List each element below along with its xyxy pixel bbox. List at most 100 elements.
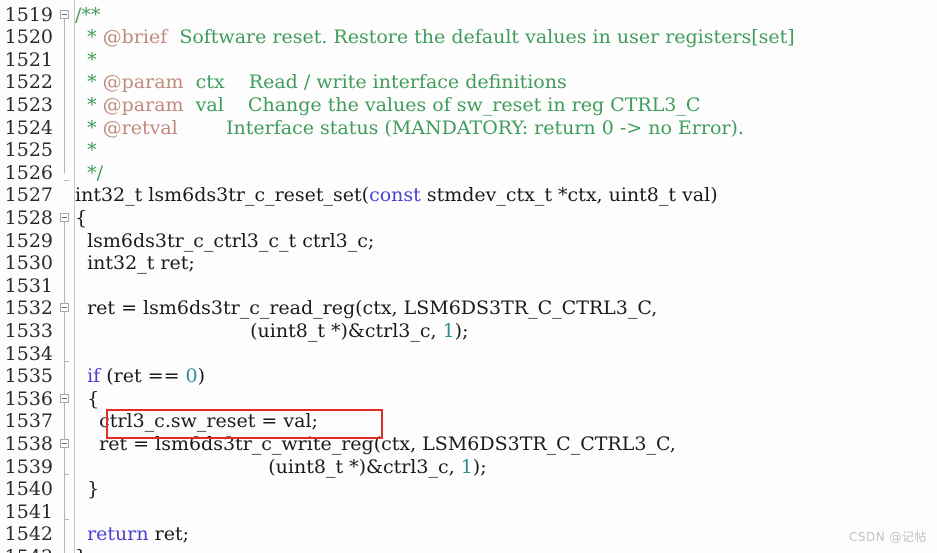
code-line[interactable]: return ret; <box>75 523 937 546</box>
red-highlight-annotation <box>106 409 383 440</box>
code-token-kw: const <box>369 184 421 207</box>
code-token-plain: { <box>75 206 88 229</box>
code-line[interactable]: } <box>75 546 937 553</box>
line-number: 1526 <box>4 161 53 184</box>
line-number: 1542 <box>4 523 53 546</box>
code-line[interactable]: * @brief Software reset. Restore the def… <box>75 26 937 49</box>
code-token-num: 1 <box>460 455 473 478</box>
code-token-plain: int32_t ret; <box>75 252 195 275</box>
code-line[interactable]: if (ret == 0) <box>75 365 937 388</box>
code-token-cmt: * <box>75 116 103 139</box>
fold-region-end-tick <box>64 179 69 181</box>
code-token-cmt: ctx Read / write interface definitions <box>183 71 567 94</box>
code-line[interactable]: * <box>75 139 937 162</box>
line-number: 1539 <box>4 455 53 478</box>
code-editor-screenshot: 1519 1520 1521 1522 1523 1524 1525 1526 1527 1528… <box>0 0 937 553</box>
fold-guide-line <box>64 217 65 553</box>
line-number: 1535 <box>4 365 53 388</box>
code-token-tag: @param <box>102 93 184 116</box>
code-line[interactable]: /** <box>75 4 937 27</box>
code-token-tag: @retval <box>102 116 178 139</box>
code-line[interactable]: ret = lsm6ds3tr_c_read_reg(ctx, LSM6DS3T… <box>75 297 937 320</box>
line-number: 1533 <box>4 319 53 342</box>
code-line[interactable]: { <box>75 207 937 230</box>
fold-collapse-icon[interactable] <box>60 9 69 19</box>
code-token-plain: ) <box>197 365 206 388</box>
code-line[interactable]: */ <box>75 162 937 185</box>
line-number: 1540 <box>4 478 53 501</box>
code-line[interactable]: lsm6ds3tr_c_ctrl3_c_t ctrl3_c; <box>75 230 937 253</box>
code-token-cmt: Interface status (MANDATORY: return 0 ->… <box>177 116 744 139</box>
code-token-num: 0 <box>185 365 198 388</box>
code-line[interactable] <box>75 501 937 524</box>
line-number: 1538 <box>4 432 53 455</box>
code-token-plain: lsm6ds3tr_c_ctrl3_c_t ctrl3_c; <box>75 229 375 252</box>
code-token-cmt: * <box>75 26 103 49</box>
line-number: 1534 <box>4 342 53 365</box>
line-number: 1520 <box>4 26 53 49</box>
code-folding-gutter[interactable] <box>56 0 75 553</box>
line-number: 1527 <box>4 184 53 207</box>
line-number: 1521 <box>4 48 53 71</box>
code-token-plain: { <box>75 387 100 410</box>
code-token-plain: } <box>75 546 87 553</box>
fold-region-end-tick <box>64 473 69 475</box>
code-token-num: 1 <box>442 319 455 342</box>
fold-collapse-icon[interactable] <box>60 303 69 313</box>
code-token-tag: @brief <box>102 26 168 49</box>
code-token-plain: (ret == <box>100 365 186 388</box>
code-line[interactable] <box>75 275 937 298</box>
code-token-cmt: /** <box>75 3 101 26</box>
line-number: 1525 <box>4 139 53 162</box>
line-number: 1530 <box>4 252 53 275</box>
line-number: 1522 <box>4 71 53 94</box>
line-number: 1543 <box>0 546 53 553</box>
line-number: 1519 <box>4 3 53 26</box>
code-line[interactable] <box>75 343 937 366</box>
code-line[interactable]: { <box>75 388 937 411</box>
code-line[interactable]: int32_t lsm6ds3tr_c_reset_set(const stmd… <box>75 184 937 207</box>
fold-region-end-tick <box>64 360 69 362</box>
code-token-cmt: Software reset. Restore the default valu… <box>167 26 795 49</box>
fold-region-end-tick <box>64 518 69 520</box>
fold-guide-line <box>64 14 65 173</box>
line-number: 1532 <box>4 297 53 320</box>
code-text-area[interactable]: /** * @brief Software reset. Restore the… <box>75 0 937 553</box>
code-token-cmt: * <box>75 139 97 162</box>
code-token-plain: } <box>75 478 100 501</box>
code-line[interactable]: * <box>75 49 937 72</box>
code-line[interactable]: (uint8_t *)&ctrl3_c, 1); <box>75 456 937 479</box>
code-token-plain: ret = lsm6ds3tr_c_read_reg(ctx, LSM6DS3T… <box>75 297 658 320</box>
code-token-kw: if <box>87 365 101 388</box>
code-line[interactable]: * @param ctx Read / write interface defi… <box>75 71 937 94</box>
line-number: 1529 <box>4 229 53 252</box>
line-number: 1531 <box>4 274 53 297</box>
code-token-cmt: * <box>75 93 103 116</box>
code-token-plain: ret; <box>148 523 190 546</box>
csdn-watermark: CSDN @记帖 <box>848 530 927 544</box>
code-token-plain: (uint8_t *)&ctrl3_c, <box>75 319 443 342</box>
code-line[interactable]: } <box>75 478 937 501</box>
code-token-plain: stmdev_ctx_t *ctx, uint8_t val) <box>420 184 718 207</box>
line-number: 1536 <box>4 387 53 410</box>
code-token-tag: @param <box>102 71 184 94</box>
code-token-cmt: * <box>75 48 97 71</box>
code-token-kw: return <box>87 523 149 546</box>
fold-collapse-icon[interactable] <box>60 212 69 222</box>
code-token-cmt: val Change the values of sw_reset in reg… <box>183 93 701 116</box>
code-token-cmt: */ <box>75 161 103 184</box>
code-token-plain: int32_t lsm6ds3tr_c_reset_set( <box>75 184 370 207</box>
line-number: 1524 <box>4 116 53 139</box>
code-line[interactable]: * @retval Interface status (MANDATORY: r… <box>75 117 937 140</box>
code-line[interactable]: * @param val Change the values of sw_res… <box>75 94 937 117</box>
code-line[interactable]: int32_t ret; <box>75 252 937 275</box>
code-line[interactable]: (uint8_t *)&ctrl3_c, 1); <box>75 320 937 343</box>
line-number-gutter: 1519 1520 1521 1522 1523 1524 1525 1526 1527 1528… <box>0 0 56 553</box>
line-number: 1523 <box>4 93 53 116</box>
fold-collapse-icon[interactable] <box>60 393 69 403</box>
code-token-plain: ); <box>472 455 487 478</box>
code-token-plain: (uint8_t *)&ctrl3_c, <box>75 455 461 478</box>
fold-collapse-icon[interactable] <box>60 438 69 448</box>
